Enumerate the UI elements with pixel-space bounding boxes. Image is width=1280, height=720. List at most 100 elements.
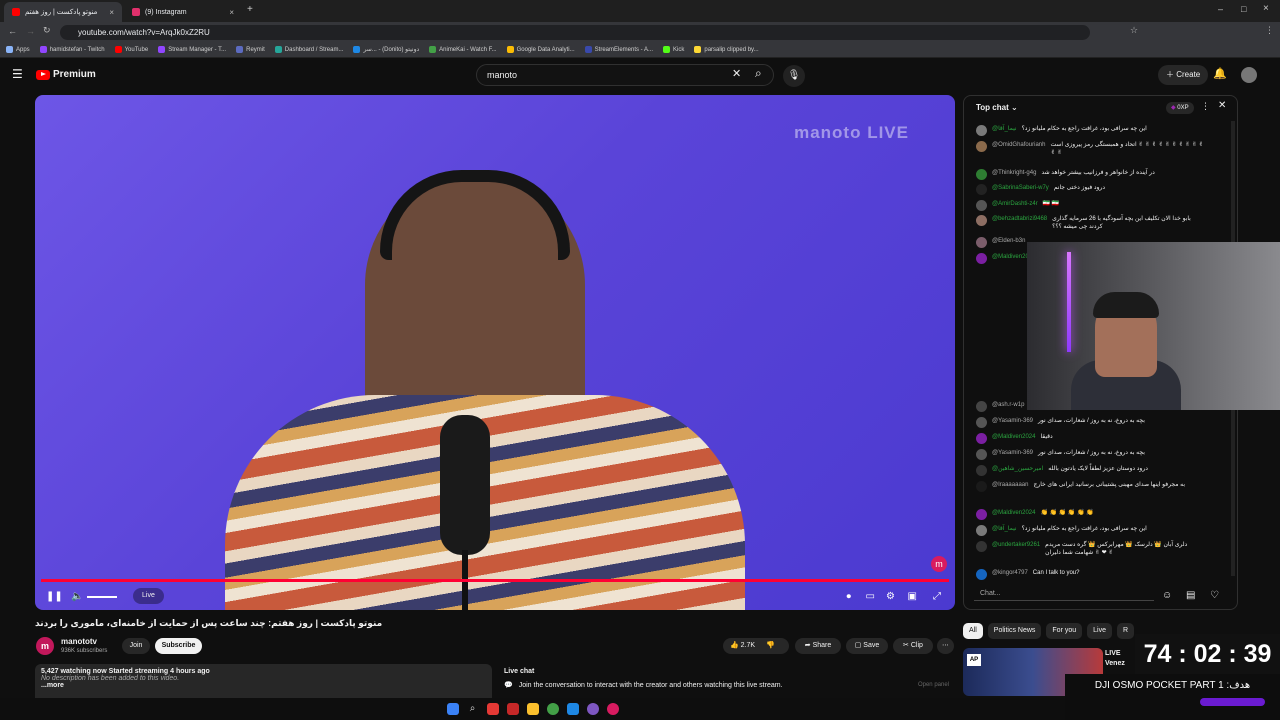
open-panel-button[interactable]: Open panel bbox=[918, 682, 949, 688]
heart-icon[interactable]: ♡ bbox=[1210, 590, 1219, 601]
chrome-icon[interactable] bbox=[546, 703, 559, 715]
thumbs-down-icon[interactable]: 👎 bbox=[766, 642, 775, 649]
app-icon[interactable] bbox=[506, 703, 519, 715]
volume-icon[interactable]: 🔈 bbox=[71, 591, 83, 602]
join-button[interactable]: Join bbox=[122, 638, 150, 654]
app-icon[interactable] bbox=[486, 703, 499, 715]
account-avatar[interactable] bbox=[1241, 67, 1257, 83]
user-avatar bbox=[976, 433, 987, 444]
chat-message: @امیرحسین_شاهین درود دوستان عزیز لطفاً لا… bbox=[976, 465, 1148, 476]
minimize-icon[interactable]: – bbox=[1218, 4, 1223, 14]
bookmark-item[interactable]: سر... - (Donito) دونیتو bbox=[353, 46, 419, 53]
clip-button[interactable]: ✂ Clip bbox=[893, 638, 933, 654]
chat-message: @behzadtabrizi9468 بابو خدا الان تکلیف ای… bbox=[976, 215, 1206, 231]
url-text: youtube.com/watch?v=ArqJk0xZ2RU bbox=[78, 28, 210, 37]
notifications-bell-icon[interactable]: 🔔 bbox=[1213, 67, 1227, 80]
bookmark-item[interactable]: Stream Manager - T... bbox=[158, 46, 226, 53]
live-indicator[interactable]: Live bbox=[133, 588, 164, 604]
clear-search-icon[interactable]: ✕ bbox=[732, 67, 741, 80]
bookmark-item[interactable]: Kick bbox=[663, 46, 684, 53]
points-badge[interactable]: ◆ 0XP bbox=[1166, 102, 1194, 114]
chip-live[interactable]: Live bbox=[1087, 623, 1112, 639]
close-window-icon[interactable]: × bbox=[1263, 3, 1269, 14]
back-icon[interactable]: ← bbox=[8, 26, 17, 36]
chat-message: @Yasamin-369 بچه به دروغ، نه به روز / شعا… bbox=[976, 417, 1145, 428]
twitch-icon bbox=[158, 46, 166, 53]
miniplayer-icon[interactable]: ▣ bbox=[908, 591, 917, 602]
forward-icon[interactable]: → bbox=[26, 26, 35, 36]
autoplay-toggle-icon[interactable]: ⏺ bbox=[846, 591, 851, 602]
chat-message: @kingor4797 Can I talk to you? bbox=[976, 569, 1079, 580]
search-icon[interactable]: ⌕ bbox=[467, 703, 479, 715]
discord-icon[interactable] bbox=[586, 703, 599, 715]
menu-icon[interactable]: ☰ bbox=[12, 67, 23, 81]
close-tab-icon[interactable]: × bbox=[229, 8, 234, 17]
chat-options-icon[interactable]: ⋮ bbox=[1201, 101, 1210, 112]
browser-tab[interactable]: منوتو پادکست | روز هفتم × bbox=[4, 2, 122, 22]
animekai-icon bbox=[429, 46, 437, 53]
chip-for-you[interactable]: For you bbox=[1046, 623, 1083, 639]
pause-icon[interactable]: ❚❚ bbox=[46, 591, 63, 602]
address-bar[interactable]: youtube.com/watch?v=ArqJk0xZ2RU bbox=[60, 25, 1090, 40]
bookmark-item[interactable]: hamidstefan - Twitch bbox=[39, 46, 105, 53]
like-button[interactable]: 👍 2.7K 👎 bbox=[723, 638, 789, 654]
streamelements-icon bbox=[584, 46, 592, 53]
bookmark-apps[interactable]: Apps bbox=[6, 46, 30, 53]
subscribe-button[interactable]: Subscribe bbox=[155, 638, 202, 654]
bookmark-star-icon[interactable]: ☆ bbox=[1130, 25, 1138, 36]
youtube-logo[interactable]: Premium bbox=[36, 69, 96, 80]
chip-politics-news[interactable]: Politics News bbox=[987, 623, 1042, 639]
app-icon[interactable] bbox=[566, 703, 579, 715]
file-explorer-icon[interactable] bbox=[526, 703, 539, 715]
reload-icon[interactable]: ↻ bbox=[43, 25, 51, 36]
create-button[interactable]: ＋ Create bbox=[1158, 65, 1209, 85]
more-link[interactable]: ...more bbox=[41, 682, 486, 689]
close-tab-icon[interactable]: × bbox=[109, 8, 114, 17]
bookmark-item[interactable]: StreamElements - A... bbox=[584, 46, 653, 53]
user-avatar bbox=[976, 481, 987, 492]
settings-gear-icon[interactable]: ⚙ bbox=[886, 591, 895, 602]
microphone bbox=[440, 415, 490, 555]
bookmark-item[interactable]: AnimeKai - Watch F... bbox=[429, 46, 497, 53]
search-icon[interactable]: ⌕ bbox=[755, 66, 762, 81]
chip-more[interactable]: R bbox=[1116, 623, 1135, 639]
more-actions-icon[interactable]: ⋯ bbox=[937, 638, 954, 654]
bookmarks-bar: Apps hamidstefan - Twitch YouTube Stream… bbox=[0, 42, 1280, 58]
bookmark-item[interactable]: Google Data Analyti... bbox=[506, 46, 575, 53]
user-avatar bbox=[976, 401, 987, 412]
channel-avatar[interactable]: m bbox=[36, 637, 54, 655]
bookmark-icon: ▢ bbox=[854, 642, 862, 649]
video-player[interactable]: manoto LIVE m ❚❚ 🔈 Live ⏺ ▭ ⚙ ▣ ⤢ bbox=[35, 95, 955, 610]
start-icon[interactable] bbox=[446, 703, 459, 715]
share-button[interactable]: ➦ Share bbox=[795, 638, 841, 654]
user-avatar bbox=[976, 125, 987, 136]
bookmark-item[interactable]: Dashboard / Stream... bbox=[274, 46, 343, 53]
windows-taskbar: ⌕ bbox=[0, 698, 1065, 720]
chat-input[interactable]: Chat... bbox=[974, 587, 1154, 601]
maximize-icon[interactable]: □ bbox=[1241, 4, 1246, 14]
chip-all[interactable]: All bbox=[963, 623, 983, 639]
volume-slider[interactable] bbox=[87, 596, 117, 598]
bookmark-item[interactable]: YouTube bbox=[114, 46, 148, 53]
new-tab-icon[interactable]: + bbox=[247, 4, 253, 15]
fullscreen-icon[interactable]: ⤢ bbox=[933, 591, 941, 602]
ap-logo-icon: AP bbox=[967, 654, 981, 666]
browser-menu-icon[interactable]: ⋮ bbox=[1265, 25, 1274, 36]
channel-name[interactable]: manototv bbox=[61, 637, 97, 646]
app-icon[interactable] bbox=[606, 703, 619, 715]
subtitles-icon[interactable]: ▭ bbox=[866, 591, 875, 602]
microphone-icon[interactable]: 🎙 bbox=[783, 65, 805, 87]
user-avatar bbox=[976, 509, 987, 520]
donation-goal: DJI OSMO POCKET PART 1 :هدف bbox=[1065, 674, 1280, 720]
search-input[interactable]: manoto bbox=[476, 64, 774, 86]
browser-tab[interactable]: (9) Instagram × bbox=[124, 2, 242, 22]
chat-mode-selector[interactable]: Top chat ⌄ bbox=[976, 103, 1018, 112]
close-chat-icon[interactable]: ✕ bbox=[1218, 100, 1226, 111]
kick-icon bbox=[663, 46, 671, 53]
bookmark-item[interactable]: parsalip clipped by... bbox=[694, 46, 759, 53]
bookmark-item[interactable]: Reymit bbox=[236, 46, 265, 53]
progress-bar[interactable] bbox=[41, 579, 949, 582]
super-chat-icon[interactable]: ▤ bbox=[1186, 590, 1195, 601]
save-button[interactable]: ▢ Save bbox=[846, 638, 888, 654]
emoji-icon[interactable]: ☺ bbox=[1162, 590, 1172, 601]
